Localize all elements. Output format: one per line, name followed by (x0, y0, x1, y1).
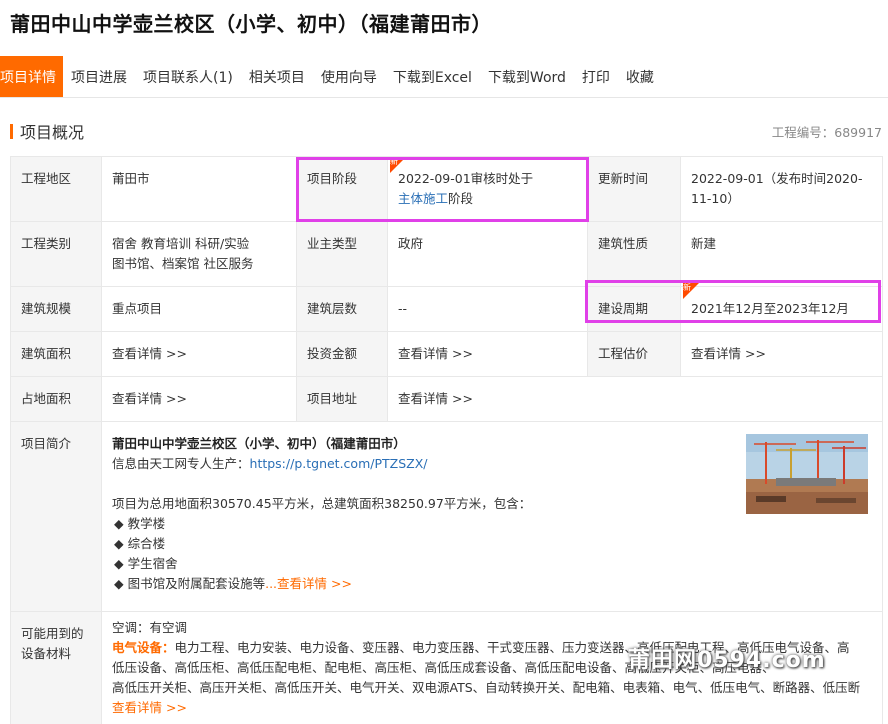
table-row: 建筑面积 查看详情 >> 投资金额 查看详情 >> 工程估价 查看详情 >> (10, 331, 883, 377)
nature-label: 建筑性质 (587, 221, 681, 287)
region-link[interactable]: 莆田市 (101, 156, 297, 222)
page-title: 莆田中山中学壶兰校区（小学、初中）（福建莆田市） (10, 12, 492, 36)
brief-source-prefix: 信息由天工网专人生产： (112, 456, 250, 471)
land-detail-link[interactable]: 查看详情 >> (101, 376, 297, 422)
brief-source-link[interactable]: https://p.tgnet.com/PTZSZX/ (250, 456, 428, 471)
addr-label: 项目地址 (296, 376, 388, 422)
period-value: 2021年12月至2023年12月 (680, 286, 883, 332)
stage-prefix: 2022-09-01审核时处于 (398, 171, 534, 186)
land-label: 占地面积 (10, 376, 102, 422)
tab-favorite[interactable]: 收藏 (618, 56, 662, 97)
region-label: 工程地区 (10, 156, 102, 222)
invest-detail-link[interactable]: 查看详情 >> (387, 331, 588, 377)
brief-label: 项目简介 (10, 421, 102, 612)
tab-print[interactable]: 打印 (574, 56, 618, 97)
scale-label: 建筑规模 (10, 286, 102, 332)
type-link-line2[interactable]: 图书馆、档案馆 社区服务 (112, 256, 253, 271)
area-label: 建筑面积 (10, 331, 102, 377)
list-item: ◆ 学生宿舍 (114, 556, 178, 571)
estimate-detail-link[interactable]: 查看详情 >> (680, 331, 883, 377)
area-detail-link[interactable]: 查看详情 >> (101, 331, 297, 377)
table-row: 项目简介 莆田中山中学壶兰校区（小学、初中）（福建莆田市） 信息由天工网专人生产… (10, 421, 883, 612)
table-row: 建筑规模 重点项目 建筑层数 -- 建设周期 2021年12月至2023年12月 (10, 286, 883, 332)
section-accent-bar (10, 123, 13, 139)
floors-label: 建筑层数 (296, 286, 388, 332)
period-label: 建设周期 (587, 286, 681, 332)
tab-download-word[interactable]: 下载到Word (480, 56, 574, 97)
owner-value: 政府 (387, 221, 588, 287)
brief-value: 莆田中山中学壶兰校区（小学、初中）（福建莆田市） 信息由天工网专人生产：http… (101, 421, 883, 612)
stage-suffix: 阶段 (448, 191, 474, 206)
type-label: 工程类别 (10, 221, 102, 287)
construction-site-photo[interactable] (746, 434, 868, 514)
scale-value: 重点项目 (101, 286, 297, 332)
addr-detail-link[interactable]: 查看详情 >> (387, 376, 883, 422)
list-item: ◆ 综合楼 (114, 536, 166, 551)
owner-label: 业主类型 (296, 221, 388, 287)
tab-guide[interactable]: 使用向导 (313, 56, 385, 97)
tab-download-excel[interactable]: 下载到Excel (385, 56, 480, 97)
section-title: 项目概况 (20, 123, 85, 142)
aircon-line: 空调：有空调 (112, 620, 188, 635)
elec-line3: 高低压开关柜、高压开关柜、高低压开关、电气开关、双电源ATS、自动转换开关、配电… (112, 680, 861, 695)
materials-label: 可能用到的设备材料 (10, 611, 102, 724)
type-link-line1[interactable]: 宿舍 教育培训 科研/实验 (112, 236, 249, 251)
new-badge-period: 新 (683, 283, 699, 299)
section-header: 项目概况 工程编号：689917 (10, 120, 882, 142)
list-item: ◆ 图书馆及附属配套设施等...查看详情 >> (114, 576, 352, 591)
floors-value: -- (387, 286, 588, 332)
project-info-table: 工程地区 莆田市 项目阶段 2022-09-01审核时处于 主体施工阶段 更新时… (10, 156, 883, 724)
tab-contacts[interactable]: 项目联系人(1) (135, 56, 241, 97)
brief-more-link[interactable]: ...查看详情 >> (265, 576, 352, 591)
tab-bar: 项目详情 项目进展 项目联系人(1) 相关项目 使用向导 下载到Excel 下载… (0, 56, 888, 98)
project-number: 工程编号：689917 (771, 124, 882, 140)
stage-link[interactable]: 主体施工 (398, 191, 448, 206)
estimate-label: 工程估价 (587, 331, 681, 377)
table-row: 工程类别 宿舍 教育培训 科研/实验 图书馆、档案馆 社区服务 业主类型 政府 … (10, 221, 883, 287)
stage-label: 项目阶段 (296, 156, 388, 222)
update-label: 更新时间 (587, 156, 681, 222)
nature-value: 新建 (680, 221, 883, 287)
materials-more-link[interactable]: 查看详情 >> (112, 698, 872, 718)
stage-value: 2022-09-01审核时处于 主体施工阶段 (387, 156, 588, 222)
table-row: 占地面积 查看详情 >> 项目地址 查看详情 >> (10, 376, 883, 422)
type-value: 宿舍 教育培训 科研/实验 图书馆、档案馆 社区服务 (101, 221, 297, 287)
invest-label: 投资金额 (296, 331, 388, 377)
tab-project-detail[interactable]: 项目详情 (0, 56, 63, 97)
table-row: 工程地区 莆田市 项目阶段 2022-09-01审核时处于 主体施工阶段 更新时… (10, 156, 883, 222)
watermark: 莆田网0594.com (628, 648, 826, 673)
tab-progress[interactable]: 项目进展 (63, 56, 135, 97)
update-value: 2022-09-01（发布时间2020-11-10） (680, 156, 883, 222)
elec-label: 电气设备： (112, 640, 175, 655)
tab-related[interactable]: 相关项目 (241, 56, 313, 97)
new-badge-stage: 新 (390, 157, 406, 173)
list-item: ◆ 教学楼 (114, 516, 166, 531)
